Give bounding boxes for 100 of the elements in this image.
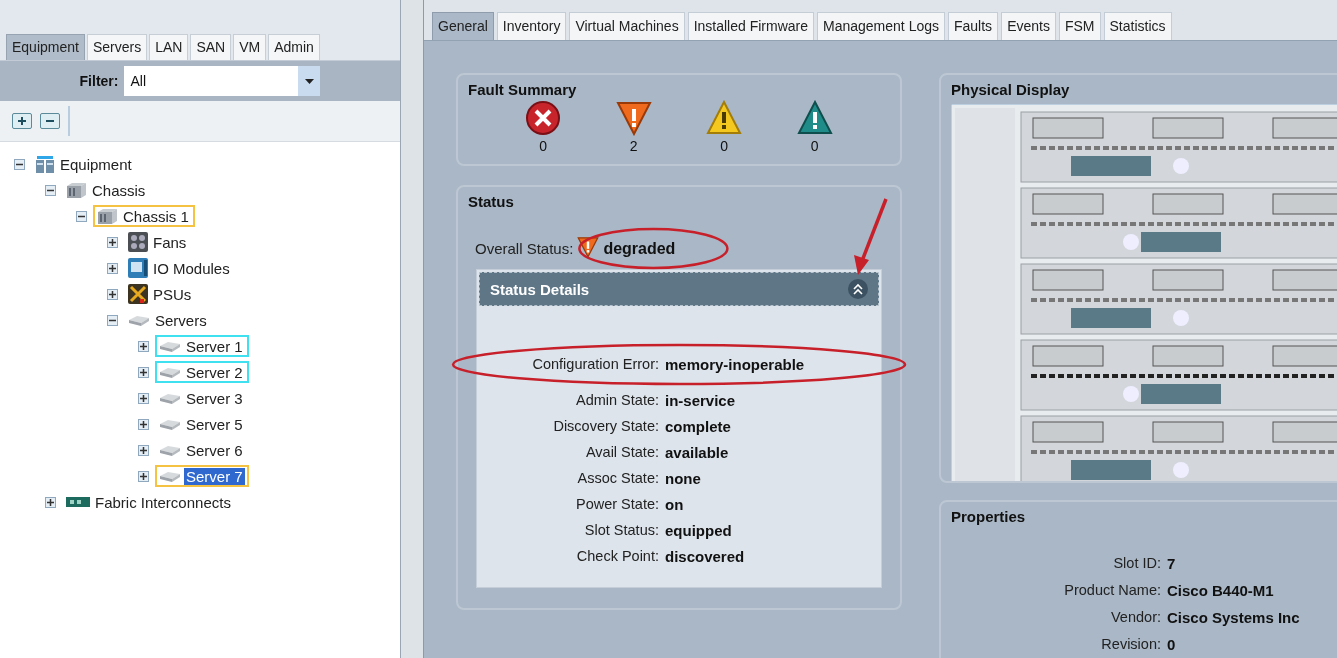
nav-tab[interactable]: Equipment: [6, 34, 85, 60]
expand-icon[interactable]: [107, 262, 118, 274]
field-value: Cisco B440-M1: [1167, 582, 1275, 599]
panel-title: Properties: [951, 508, 1027, 525]
major-fault-icon: [615, 100, 652, 136]
field-label: Slot ID:: [1112, 555, 1161, 572]
tree-node[interactable]: PSUs: [124, 283, 198, 305]
expand-icon[interactable]: [45, 496, 56, 508]
field-label: Configuration Error:: [531, 356, 659, 373]
tab[interactable]: Inventory: [496, 12, 567, 40]
module-icon: [128, 258, 148, 278]
tree-node[interactable]: Servers: [124, 309, 213, 331]
fault-count: 0: [720, 138, 729, 154]
field-label: Check Point:: [575, 548, 659, 565]
nav-tab[interactable]: VM: [233, 34, 267, 60]
server-icon: [159, 391, 181, 405]
tab[interactable]: FSM: [1058, 12, 1101, 40]
rack-icon: [35, 154, 55, 174]
tab[interactable]: Management Logs: [817, 12, 945, 40]
field-value: 7: [1167, 555, 1177, 572]
tree-node[interactable]: Server 5: [155, 413, 249, 435]
nav-tab[interactable]: SAN: [190, 34, 232, 60]
tree-node[interactable]: Chassis 1: [93, 205, 195, 227]
nav-tab[interactable]: Admin: [268, 34, 320, 60]
filter-dropdown[interactable]: All: [124, 66, 321, 96]
server-icon: [159, 469, 181, 483]
server-icon: [159, 443, 181, 457]
tree-node[interactable]: Server 3: [155, 387, 249, 409]
tree-node[interactable]: Server 7: [155, 465, 249, 487]
tree-node[interactable]: Server 1: [155, 335, 249, 357]
minor-fault-icon: [706, 100, 743, 136]
tree-node[interactable]: Equipment: [31, 153, 138, 175]
collapse-icon[interactable]: [76, 210, 87, 222]
expand-icon[interactable]: [107, 288, 118, 300]
collapse-button[interactable]: [848, 279, 868, 299]
switch-icon: [66, 494, 90, 510]
field-value: memory-inoperable: [665, 356, 806, 373]
nav-tab[interactable]: LAN: [149, 34, 189, 60]
server-icon: [159, 365, 181, 379]
collapse-icon[interactable]: [14, 158, 25, 170]
panel-title: Status: [468, 193, 515, 210]
field-value: 0: [1167, 636, 1177, 653]
chassis-icon: [66, 181, 87, 199]
tree-node[interactable]: Server 2: [155, 361, 249, 383]
tab[interactable]: Events: [1001, 12, 1056, 40]
plus-icon: [17, 116, 27, 126]
tab[interactable]: Statistics: [1103, 12, 1172, 40]
warning-fault-icon: [796, 100, 833, 136]
panel-title: Fault Summary: [468, 81, 578, 98]
field-label: Admin State:: [575, 392, 659, 409]
tab[interactable]: Installed Firmware: [687, 12, 815, 40]
fan-icon: [128, 232, 148, 252]
server-icon: [159, 417, 181, 431]
field-label: Assoc State:: [576, 470, 659, 487]
field-label: Product Name:: [1063, 582, 1161, 599]
collapse-icon[interactable]: [107, 314, 118, 326]
critical-fault-icon: [525, 100, 562, 136]
fault-count: 2: [629, 138, 638, 154]
status-details-title: Status Details: [490, 280, 590, 298]
field-label: Discovery State:: [552, 418, 659, 435]
tree-node[interactable]: Fabric Interconnects: [62, 491, 237, 513]
expand-all-button[interactable]: [12, 113, 32, 129]
chassis-icon: [97, 207, 118, 225]
fault-count: 0: [539, 138, 548, 154]
field-value: degraded: [603, 239, 676, 258]
field-value: in-service: [665, 392, 737, 409]
expand-icon[interactable]: [138, 444, 149, 456]
field-value: discovered: [665, 548, 746, 565]
nav-tab[interactable]: Servers: [86, 34, 148, 60]
expand-icon[interactable]: [138, 366, 149, 378]
fault-count: 0: [810, 138, 819, 154]
tab[interactable]: Virtual Machines: [569, 12, 685, 40]
collapse-all-button[interactable]: [40, 113, 60, 129]
field-value: none: [665, 470, 702, 487]
panel-title: Physical Display: [951, 81, 1071, 98]
dropdown-arrow-icon: [304, 78, 314, 84]
tree-node[interactable]: Server 6: [155, 439, 249, 461]
expand-icon[interactable]: [138, 340, 149, 352]
field-value: on: [665, 496, 685, 513]
tree-node[interactable]: IO Modules: [124, 257, 236, 279]
field-label: Power State:: [575, 496, 659, 513]
tree-node[interactable]: Chassis: [62, 179, 152, 201]
expand-icon[interactable]: [138, 392, 149, 404]
server-icon: [159, 339, 181, 353]
expand-icon[interactable]: [138, 470, 149, 482]
tree-node[interactable]: Fans: [124, 231, 193, 253]
collapse-icon[interactable]: [45, 184, 56, 196]
field-value: Cisco Systems Inc: [1167, 609, 1301, 626]
field-label: Vendor:: [1110, 609, 1161, 626]
field-label: Slot Status:: [583, 522, 659, 539]
expand-icon[interactable]: [138, 418, 149, 430]
expand-icon[interactable]: [107, 236, 118, 248]
field-label: Revision:: [1100, 636, 1161, 653]
tab[interactable]: General: [432, 12, 494, 40]
server-icon: [128, 313, 150, 327]
field-label: Avail State:: [584, 444, 659, 461]
power-supply-icon: [128, 284, 148, 304]
chevron-up-icon: [853, 283, 863, 295]
field-value: available: [665, 444, 730, 461]
tab[interactable]: Faults: [948, 12, 999, 40]
